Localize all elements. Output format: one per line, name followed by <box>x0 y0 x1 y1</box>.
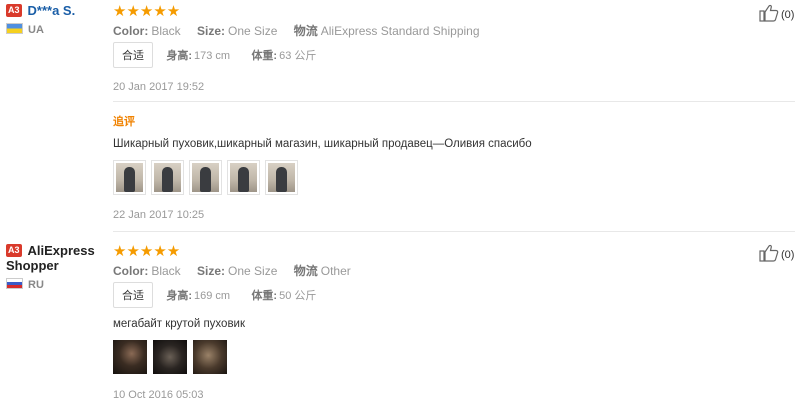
height-label: 身高: <box>166 50 193 62</box>
thumbs-up-icon <box>759 244 779 262</box>
color-value: Black <box>151 24 181 38</box>
size-value: One Size <box>228 24 278 38</box>
country-code: RU <box>28 279 44 291</box>
helpful-button[interactable]: (0) <box>759 4 794 22</box>
review-photo[interactable] <box>113 160 146 195</box>
level-badge: A3 <box>6 4 22 17</box>
ukraine-flag-icon <box>6 23 23 34</box>
review-photo[interactable] <box>153 340 187 374</box>
reviewer-info: A3 D***a S. UA <box>6 3 106 36</box>
height-label: 身高: <box>166 290 193 302</box>
additional-feedback-date: 22 Jan 2017 10:25 <box>113 209 205 221</box>
review-photo[interactable] <box>113 340 147 374</box>
review-divider <box>113 231 795 232</box>
reviewer-country: RU <box>6 278 106 291</box>
weight-value: 50 公斤 <box>279 290 317 302</box>
color-label: Color: <box>113 264 149 278</box>
height-value: 169 cm <box>194 290 231 302</box>
fit-badge: 合适 <box>113 42 153 68</box>
country-code: UA <box>28 24 44 36</box>
fit-info: 合适 身高: 173 cm 体重: 63 公斤 <box>113 42 324 68</box>
color-value: Black <box>151 264 181 278</box>
helpful-count: (0) <box>781 9 795 21</box>
review-photo[interactable] <box>227 160 260 195</box>
review-item: A3 D***a S. UA ★★★★★ Color: Black Size: One… <box>0 0 800 231</box>
reviewer-info: A3 AliExpress Shopper RU <box>6 243 106 291</box>
level-badge: A3 <box>6 244 22 257</box>
additional-feedback-label: 追评 <box>113 116 135 128</box>
logistics-value: Other <box>320 264 351 278</box>
logistics-label: 物流 <box>293 24 318 38</box>
reviewer-name[interactable]: D***a S. <box>28 3 76 18</box>
color-label: Color: <box>113 24 149 38</box>
additional-feedback-text: Шикарный пуховик,шикарный магазин, шикар… <box>113 138 532 150</box>
product-attributes: Color: Black Size: One Size 物流 AliExpress S… <box>113 22 493 39</box>
star-rating: ★★★★★ <box>113 3 181 20</box>
review-photo[interactable] <box>193 340 227 374</box>
review-photos <box>113 340 233 374</box>
thumbs-up-icon <box>759 4 779 22</box>
review-photo[interactable] <box>189 160 222 195</box>
size-label: Size: <box>197 24 226 38</box>
size-value: One Size <box>228 264 278 278</box>
logistics-label: 物流 <box>293 264 318 278</box>
height-value: 173 cm <box>194 50 231 62</box>
review-item: A3 AliExpress Shopper RU ★★★★★ Color: Blac… <box>0 240 800 411</box>
review-text: мегабайт крутой пуховик <box>113 318 246 330</box>
divider <box>113 101 795 102</box>
review-date: 20 Jan 2017 19:52 <box>113 81 205 93</box>
size-label: Size: <box>197 264 226 278</box>
weight-label: 体重: <box>251 290 278 302</box>
helpful-button[interactable]: (0) <box>759 244 794 262</box>
logistics-value: AliExpress Standard Shipping <box>320 24 480 38</box>
russia-flag-icon <box>6 278 23 289</box>
review-photo[interactable] <box>151 160 184 195</box>
reviewer-country: UA <box>6 23 106 36</box>
weight-value: 63 公斤 <box>279 50 317 62</box>
product-attributes: Color: Black Size: One Size 物流 Other <box>113 262 364 279</box>
helpful-count: (0) <box>781 249 795 261</box>
review-photos <box>113 160 303 195</box>
review-date: 10 Oct 2016 05:03 <box>113 389 204 401</box>
fit-badge: 合适 <box>113 282 153 308</box>
fit-info: 合适 身高: 169 cm 体重: 50 公斤 <box>113 282 324 308</box>
weight-label: 体重: <box>251 50 278 62</box>
review-photo[interactable] <box>265 160 298 195</box>
star-rating: ★★★★★ <box>113 243 181 260</box>
